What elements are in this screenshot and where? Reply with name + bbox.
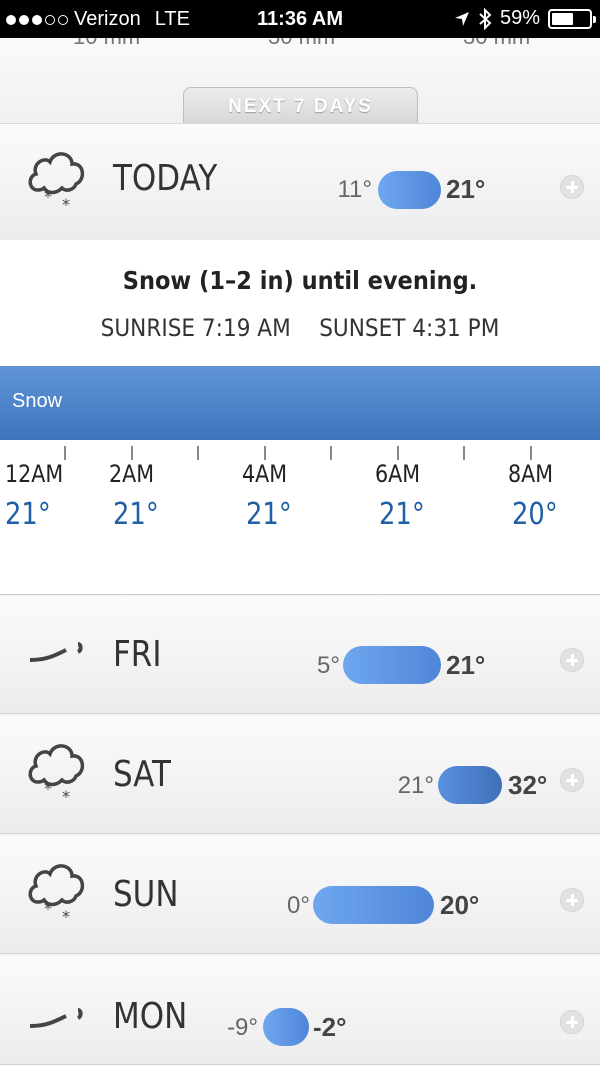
high-temp: 20°	[440, 890, 480, 920]
expand-button[interactable]	[560, 888, 584, 912]
snow-cloud-icon: * *	[28, 864, 85, 922]
low-temp: 0°	[287, 892, 310, 919]
day-label: MON	[113, 996, 188, 1037]
hour-label: 8AM	[508, 460, 554, 488]
svg-text:*: *	[62, 907, 70, 922]
battery-icon	[548, 8, 596, 29]
forecast-summary: Snow (1–2 in) until evening.	[122, 266, 478, 295]
tab-next-7-days[interactable]: NEXT 7 DAYS	[183, 87, 418, 123]
high-temp: -2°	[313, 1012, 347, 1042]
high-temp: 21°	[446, 174, 486, 204]
hour-label: 4AM	[242, 460, 288, 488]
expand-button[interactable]	[560, 768, 584, 792]
location-arrow-icon	[454, 11, 469, 26]
low-temp: 5°	[317, 652, 340, 679]
today-detail-panel: Snow (1–2 in) until evening. SUNRISE 7:1…	[0, 240, 600, 595]
bluetooth-icon	[479, 7, 492, 30]
expand-button[interactable]	[560, 1010, 584, 1034]
high-temp: 21°	[446, 650, 486, 680]
snow-cloud-icon: * *	[28, 744, 85, 802]
hour-temp: 20°	[512, 497, 558, 532]
svg-text:*: *	[44, 779, 52, 798]
sun-times: SUNRISE 7:19 AM SUNSET 4:31 PM	[30, 314, 570, 342]
hour-label: 12AM	[5, 460, 64, 488]
wind-icon	[29, 642, 83, 662]
temp-range-bar	[343, 646, 441, 684]
sunrise-time: SUNRISE 7:19 AM	[100, 314, 291, 342]
day-row-mon[interactable]: MON -9° -2°	[0, 956, 600, 1065]
low-temp: -9°	[227, 1014, 258, 1041]
svg-text:*: *	[44, 899, 52, 918]
hour-temp: 21°	[246, 497, 292, 532]
previous-section-strip: 10 mm 30 mm 30 mm NEXT 7 DAYS	[0, 38, 600, 124]
low-temp: 11°	[337, 176, 372, 203]
sunset-time: SUNSET 4:31 PM	[319, 314, 500, 342]
snow-cloud-icon: * *	[28, 152, 85, 210]
hour-label: 6AM	[375, 460, 421, 488]
battery-percent: 59%	[499, 7, 540, 29]
day-label: FRI	[113, 634, 162, 675]
temp-range-bar	[378, 171, 441, 209]
expand-button[interactable]	[560, 648, 584, 672]
temp-range-bar	[263, 1008, 309, 1046]
day-label: SAT	[113, 754, 171, 795]
high-temp: 32°	[508, 770, 548, 800]
status-bar: Verizon LTE 11:36 AM 59%	[0, 0, 600, 38]
svg-text:*: *	[62, 195, 70, 210]
hour-temp: 21°	[5, 497, 51, 532]
day-row-today[interactable]: * * TODAY 11° 21°	[0, 124, 600, 242]
hour-temp: 21°	[113, 497, 159, 532]
day-row-sat[interactable]: * * SAT 21° 32°	[0, 716, 600, 834]
temp-range-bar	[313, 886, 434, 924]
day-label: SUN	[113, 874, 179, 915]
svg-text:*: *	[44, 187, 52, 206]
day-row-sun[interactable]: * * SUN 0° 20°	[0, 836, 600, 954]
day-row-fri[interactable]: FRI 5° 21°	[0, 596, 600, 714]
wind-icon	[29, 1008, 83, 1028]
condition-bar: Snow	[0, 366, 600, 440]
low-temp: 21°	[397, 772, 434, 799]
expand-button[interactable]	[560, 175, 584, 199]
hour-temp: 21°	[379, 497, 425, 532]
svg-text:*: *	[62, 787, 70, 802]
day-label: TODAY	[113, 158, 218, 199]
condition-label: Snow	[12, 390, 63, 412]
hour-label: 2AM	[109, 460, 155, 488]
temp-range-bar	[438, 766, 502, 804]
